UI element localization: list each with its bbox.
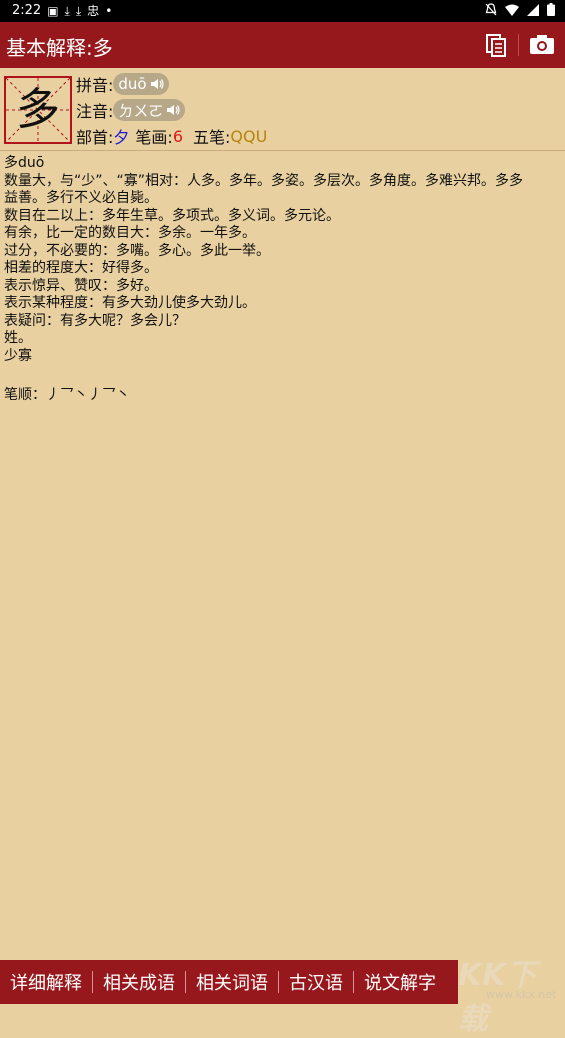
zhuyin-row: 注音: ㄉㄨㄛ — [76, 98, 186, 122]
tab-divider — [185, 971, 186, 993]
tab-related-words[interactable]: 相关词语 — [186, 969, 278, 995]
pinyin-label: 拼音: — [76, 76, 114, 95]
definition-line: 过分，不必要的：多嘴。多心。多此一举。 — [4, 242, 270, 259]
download-icon: ⤓ — [64, 3, 70, 18]
watermark-url: www.kkx.net — [486, 988, 557, 1001]
tab-classical-chinese[interactable]: 古汉语 — [279, 969, 353, 995]
signal-icon — [527, 3, 539, 19]
copy-icon — [486, 34, 506, 57]
status-bar: 2:22 ▣ ⤓ ⤓ 忠 • — [0, 0, 565, 22]
definition-line: 相差的程度大：好得多。 — [4, 260, 158, 276]
pinyin-value: duō — [118, 75, 147, 93]
app-bar: 基本解释:多 — [0, 22, 565, 68]
wubi-value: QQU — [230, 126, 268, 146]
camera-icon — [530, 35, 554, 54]
download-icon: ⤓ — [75, 3, 82, 18]
tab-related-idioms[interactable]: 相关成语 — [93, 969, 185, 995]
tab-shuowen[interactable]: 说文解字 — [354, 969, 446, 995]
page-title: 基本解释:多 — [6, 36, 113, 60]
gallery-icon: ▣ — [47, 3, 59, 18]
speaker-icon — [150, 79, 164, 89]
app-icon: 忠 — [87, 3, 100, 18]
definition-line: 数量大，与“少”、“寡”相对：人多。多年。多姿。多层次。多角度。多难兴邦。多多 — [4, 172, 524, 189]
definition-line: 益善。多行不义必自毙。 — [4, 190, 158, 206]
camera-button[interactable] — [528, 31, 556, 59]
definition-line: 少寡 — [4, 347, 32, 364]
watermark: KK下载 www.kkx.net — [452, 950, 565, 1037]
definition-content: 多duō 数量大，与“少”、“寡”相对：人多。多年。多姿。多层次。多角度。多难兴… — [4, 155, 560, 365]
info-row: 部首: 夕 笔画: 6 五笔: QQU — [76, 124, 267, 148]
definition-line: 表疑问：有多大呢？多会儿？ — [4, 312, 186, 329]
dot-icon: • — [105, 3, 113, 18]
tab-divider — [92, 971, 93, 993]
definition-line: 有余，比一定的数目大：多余。一年多。 — [4, 225, 256, 241]
copy-button[interactable] — [482, 31, 510, 59]
strokes-label: 笔画: — [135, 128, 173, 147]
tab-divider — [278, 971, 279, 993]
wifi-icon — [505, 4, 519, 19]
zhuyin-value: ㄉㄨㄛ — [118, 101, 164, 120]
battery-icon — [547, 3, 555, 19]
definition-line: 表示惊异、赞叹：多好。 — [4, 277, 158, 294]
zhuyin-label: 注音: — [76, 102, 114, 121]
pinyin-audio-button[interactable]: duō — [113, 73, 169, 95]
zhuyin-audio-button[interactable]: ㄉㄨㄛ — [113, 99, 186, 121]
stroke-order: 笔顺：丿乛丶丿乛丶 — [4, 387, 130, 403]
appbar-divider — [518, 34, 519, 56]
strokes-value: 6 — [172, 126, 184, 146]
definition-line: 数目在二以上：多年生草。多项式。多义词。多元论。 — [4, 207, 340, 224]
status-time: 2:22 — [12, 3, 42, 18]
pinyin-row: 拼音: duō — [76, 72, 169, 96]
speaker-icon — [167, 105, 181, 115]
tab-detailed-explanation[interactable]: 详细解释 — [0, 969, 92, 995]
bottom-tab-bar: 详细解释 相关成语 相关词语 古汉语 说文解字 — [0, 960, 458, 1004]
radical-label: 部首: — [76, 128, 114, 147]
bell-off-icon — [485, 3, 497, 19]
tab-divider — [353, 971, 354, 993]
character-box: 多 — [4, 76, 72, 144]
definition-line: 表示某种程度：有多大劲儿使多大劲儿。 — [4, 295, 256, 311]
character-header: 多 拼音: duō 注音: ㄉㄨㄛ 部首: 夕 笔画: 6 五笔: QQU — [0, 68, 565, 151]
definition-line: 姓。 — [4, 330, 32, 346]
radical-value[interactable]: 夕 — [113, 124, 129, 148]
definition-line: 多duō — [4, 155, 45, 171]
main-character: 多 — [16, 84, 60, 135]
wubi-label: 五笔: — [193, 128, 231, 147]
